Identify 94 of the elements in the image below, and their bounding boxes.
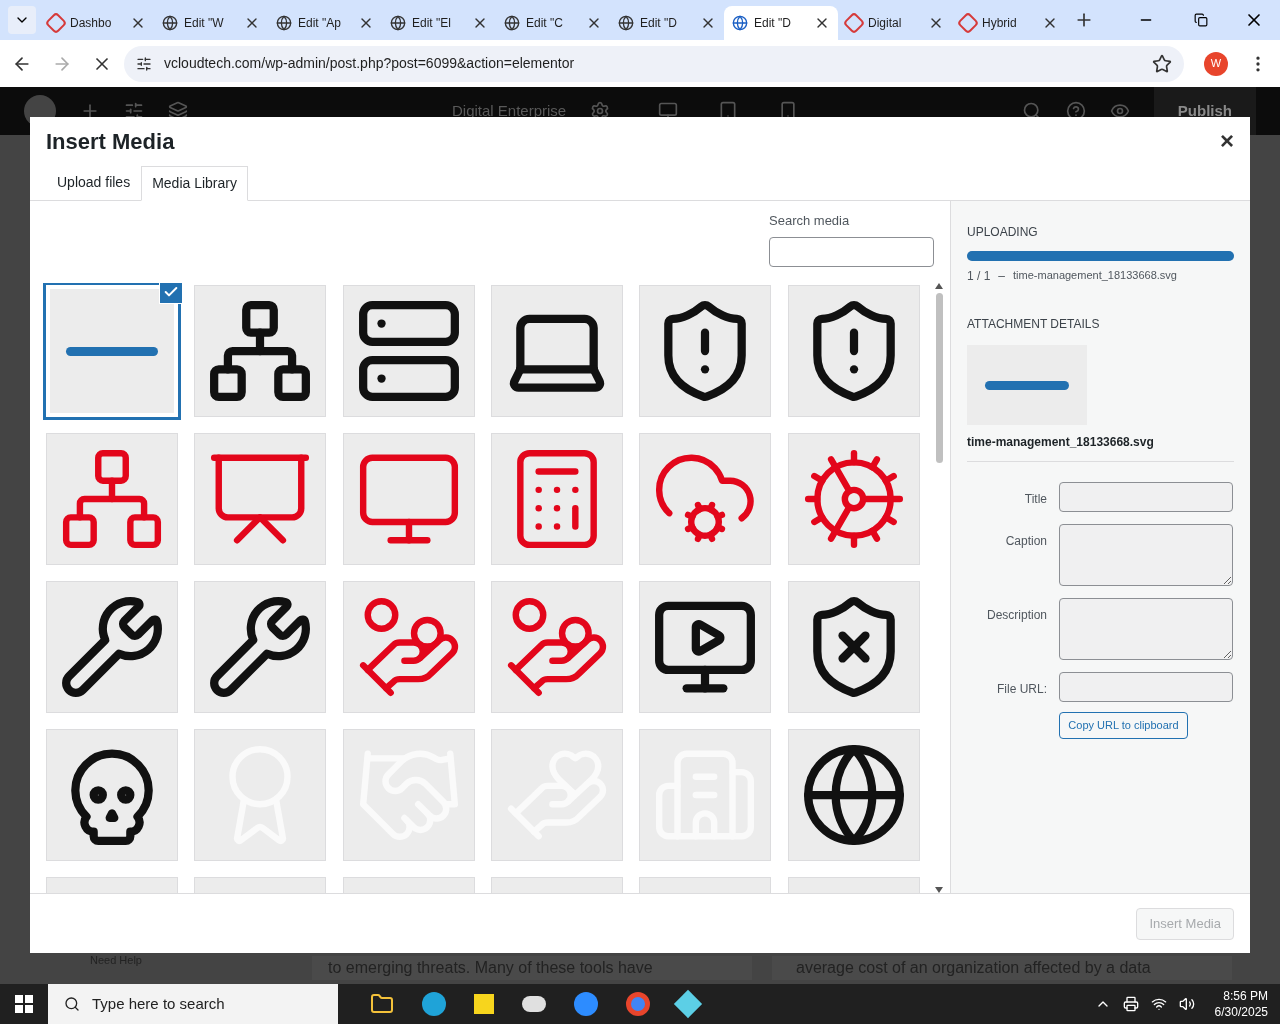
media-thumbnail[interactable] xyxy=(46,729,178,861)
edge-icon[interactable] xyxy=(422,992,446,1016)
media-thumbnail[interactable] xyxy=(342,729,475,861)
upload-count: 1 / 1 xyxy=(967,268,991,285)
media-thumbnail[interactable] xyxy=(639,433,772,565)
section-heading: UPLOADING xyxy=(967,224,1039,241)
checkmark-icon xyxy=(159,283,183,304)
media-thumbnail[interactable] xyxy=(342,433,475,565)
input-field[interactable] xyxy=(1059,672,1233,702)
media-thumbnail[interactable] xyxy=(787,581,920,713)
device-icon[interactable] xyxy=(1122,996,1139,1012)
text-area[interactable] xyxy=(1059,524,1233,586)
input-field[interactable] xyxy=(1059,482,1233,512)
globe-favicon-icon xyxy=(504,15,520,31)
app-icon[interactable] xyxy=(522,996,546,1012)
elementor-favicon-icon xyxy=(44,11,68,35)
scroll-up-arrow-icon[interactable] xyxy=(935,283,943,289)
media-thumbnail[interactable] xyxy=(46,581,178,713)
media-thumbnail[interactable] xyxy=(491,285,623,417)
dash-text: – xyxy=(998,268,1006,285)
folder-icon[interactable] xyxy=(370,992,394,1016)
search-field[interactable] xyxy=(769,236,934,267)
search-label: Search media xyxy=(769,212,851,230)
globe-favicon-icon xyxy=(162,15,178,31)
media-thumbnail[interactable] xyxy=(194,729,327,861)
globe-favicon-icon xyxy=(618,15,634,31)
tab-title: Edit "C xyxy=(526,15,564,32)
volume-icon[interactable] xyxy=(1178,996,1195,1012)
tab-title: Dashbo xyxy=(70,15,113,32)
media-thumbnail[interactable] xyxy=(194,581,327,713)
media-thumbnail[interactable] xyxy=(491,581,623,713)
media-thumbnail[interactable] xyxy=(787,285,920,417)
browser-tab[interactable]: Digital xyxy=(838,6,952,40)
field-label: Description xyxy=(985,607,1047,624)
zoom-icon[interactable] xyxy=(574,992,598,1016)
restore-icon[interactable] xyxy=(1194,13,1208,27)
scroll-down-arrow-icon[interactable] xyxy=(935,887,943,893)
field-label: Caption xyxy=(1004,533,1047,550)
media-thumbnail[interactable] xyxy=(639,285,772,417)
section-heading: ATTACHMENT DETAILS xyxy=(967,316,1101,333)
profile-avatar[interactable]: W xyxy=(1204,51,1228,76)
search-placeholder: Type here to search xyxy=(92,993,225,1014)
browser-tab[interactable]: Edit "D xyxy=(724,6,838,40)
browser-tab[interactable]: Edit "D xyxy=(610,6,724,40)
tab-title: Edit "Ap xyxy=(298,15,342,32)
field-label: Title xyxy=(1023,491,1047,508)
globe-favicon-icon xyxy=(276,15,292,31)
media-tab[interactable]: Media Library xyxy=(141,166,248,201)
elementor-favicon-icon xyxy=(956,11,980,35)
browser-tab[interactable]: Edit "Ap xyxy=(268,6,382,40)
tab-title: Digital xyxy=(868,15,903,32)
upload-filename: time-management_18133668.svg xyxy=(1013,268,1177,283)
site-info-icon[interactable] xyxy=(136,55,152,72)
globe-favicon-icon xyxy=(390,15,406,31)
media-thumbnail[interactable] xyxy=(194,285,327,417)
clock-date: 6/30/2025 xyxy=(1214,1004,1268,1020)
media-thumbnail[interactable] xyxy=(491,729,623,861)
dialog-title: Insert Media xyxy=(46,127,175,156)
clock-time: 8:56 PM xyxy=(1223,988,1268,1004)
browser-tab[interactable]: Hybrid xyxy=(952,6,1066,40)
browser-tab[interactable]: Edit "W xyxy=(154,6,268,40)
field-label: File URL: xyxy=(996,681,1047,698)
media-thumbnail[interactable] xyxy=(787,729,920,861)
tab-title: Edit "El xyxy=(412,15,452,32)
attachment-filename: time-management_18133668.svg xyxy=(967,433,1234,462)
media-thumbnail[interactable] xyxy=(46,433,178,565)
copy-url-button[interactable]: Copy URL to clipboard xyxy=(1059,712,1188,739)
tab-search-button[interactable] xyxy=(8,6,36,34)
tab-title: Hybrid xyxy=(982,15,1018,32)
media-thumbnail[interactable] xyxy=(194,433,327,565)
tab-title: Edit "D xyxy=(640,15,678,32)
network-icon[interactable] xyxy=(1150,996,1167,1012)
media-tab[interactable]: Upload files xyxy=(46,165,142,200)
bookmark-star-icon[interactable] xyxy=(1152,53,1172,74)
globe-favicon-icon xyxy=(732,15,748,31)
media-thumbnail[interactable] xyxy=(342,581,475,713)
search-icon xyxy=(64,996,80,1012)
scrollbar-thumb[interactable] xyxy=(935,293,943,463)
media-thumbnail[interactable] xyxy=(491,433,623,565)
browser-tab[interactable]: Dashbo xyxy=(40,6,154,40)
media-thumbnail[interactable] xyxy=(342,285,475,417)
browser-tab[interactable]: Edit "C xyxy=(496,6,610,40)
media-thumbnail[interactable] xyxy=(639,581,772,713)
taskbar-search-field[interactable]: Type here to search xyxy=(48,984,338,1024)
text-area[interactable] xyxy=(1059,598,1233,660)
url-text: vcloudtech.com/wp-admin/post.php?post=6099&action=elementor xyxy=(164,54,576,73)
browser-tab[interactable]: Edit "El xyxy=(382,6,496,40)
media-thumbnail[interactable] xyxy=(787,433,920,565)
media-thumbnail[interactable] xyxy=(639,729,772,861)
chrome-icon[interactable] xyxy=(626,992,650,1016)
address-bar[interactable]: vcloudtech.com/wp-admin/post.php?post=6099&action=elementor xyxy=(124,45,1184,82)
elementor-favicon-icon xyxy=(842,11,866,35)
tab-title: Edit "W xyxy=(184,15,225,32)
tab-title: Edit "D xyxy=(754,15,792,32)
